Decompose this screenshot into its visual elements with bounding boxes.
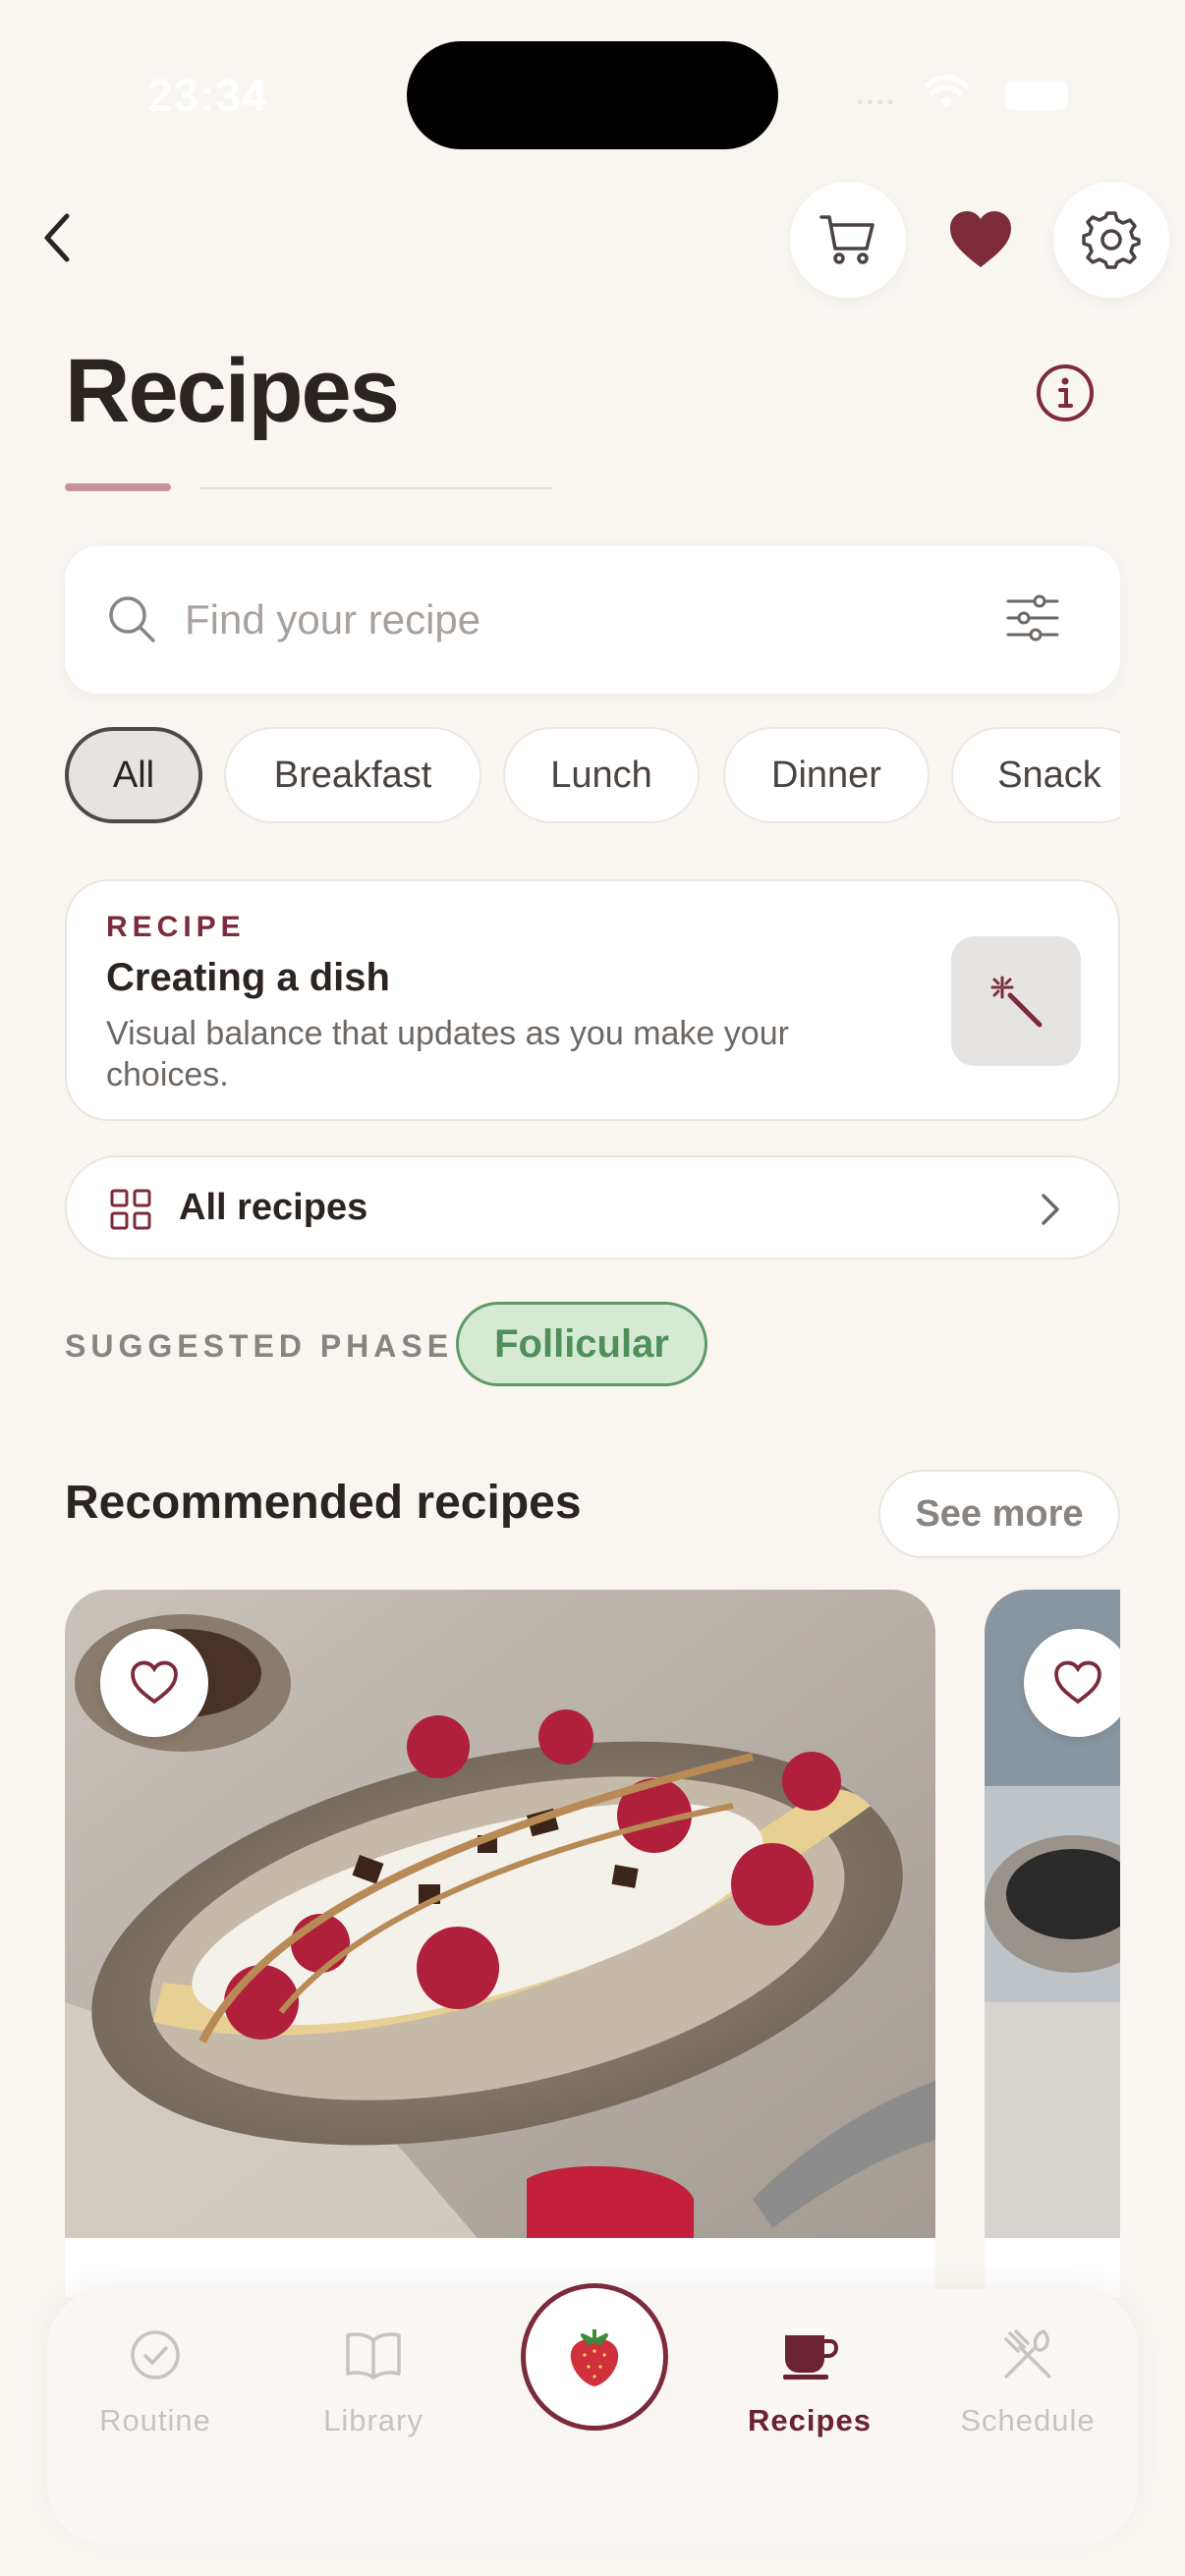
all-recipes-label: All recipes [179,1187,368,1228]
battery-icon [1005,81,1068,110]
chip-dinner[interactable]: Dinner [723,727,930,823]
all-recipes-link[interactable]: All recipes [65,1155,1120,1260]
favorites-button[interactable] [941,202,1020,277]
create-dish-card[interactable]: RECIPE Creating a dish Visual balance th… [65,879,1120,1121]
cellular-signal-icon: •••• [857,92,898,112]
chip-breakfast[interactable]: Breakfast [224,727,481,823]
magic-wand-icon [990,976,1043,1028]
search-icon [109,596,155,643]
dynamic-island [407,41,778,149]
settings-button[interactable] [1053,182,1169,298]
status-time: 23:34 [147,70,268,121]
heart-outline-icon [1054,1660,1101,1705]
tab-schedule[interactable]: Schedule [930,2311,1126,2468]
cart-button[interactable] [790,182,906,298]
info-button[interactable] [1034,362,1097,424]
recommended-carousel[interactable] [65,1590,1120,2297]
chip-snack[interactable]: Snack [951,727,1120,823]
sliders-icon[interactable] [1006,593,1059,643]
tab-bar: Routine Library Recipes Schedule [47,2283,1138,2545]
chevron-left-icon [44,213,70,262]
center-action-button[interactable] [521,2283,668,2431]
title-indicator-track [200,487,552,489]
favorite-button[interactable] [100,1629,208,1737]
suggested-phase-label: SUGGESTED PHASE [65,1328,454,1364]
wifi-icon [924,75,969,108]
check-circle-icon [131,2330,180,2380]
tab-routine[interactable]: Routine [57,2311,254,2468]
page-title: Recipes [65,341,400,441]
gear-icon [1082,211,1141,269]
tab-label: Recipes [748,2403,872,2437]
coffee-cup-icon [783,2335,838,2380]
grid-icon [110,1189,151,1230]
book-open-icon [346,2332,401,2380]
phase-badge[interactable]: Follicular [456,1302,707,1386]
see-more-button[interactable]: See more [878,1470,1120,1558]
utensils-icon [1004,2329,1051,2379]
search-bar[interactable] [65,546,1120,694]
tab-label: Routine [99,2403,211,2437]
recipe-card[interactable] [985,1590,1120,2297]
tab-label: Schedule [960,2403,1096,2437]
recipe-card[interactable] [65,1590,935,2297]
create-dish-button[interactable] [951,936,1081,1066]
chevron-right-icon [1042,1194,1059,1225]
card-kicker: RECIPE [106,911,246,943]
card-title: Creating a dish [106,956,390,999]
heart-icon [950,211,1011,267]
category-chips: All Breakfast Lunch Dinner Snack [65,727,1120,825]
heart-outline-icon [131,1660,178,1705]
title-indicator-active [65,483,171,491]
status-bar: 23:34 •••• [0,0,1185,187]
shopping-cart-icon [819,215,875,264]
card-description: Visual balance that updates as you make … [106,1015,789,1093]
chip-lunch[interactable]: Lunch [503,727,700,823]
back-button[interactable] [31,206,83,269]
chip-all[interactable]: All [65,727,202,823]
search-input[interactable] [185,586,931,654]
recommended-title: Recommended recipes [65,1477,582,1529]
tab-label: Library [323,2403,423,2437]
strawberry-icon [570,2329,619,2386]
tab-library[interactable]: Library [275,2311,472,2468]
info-icon [1037,364,1094,421]
tab-recipes[interactable]: Recipes [711,2311,908,2468]
